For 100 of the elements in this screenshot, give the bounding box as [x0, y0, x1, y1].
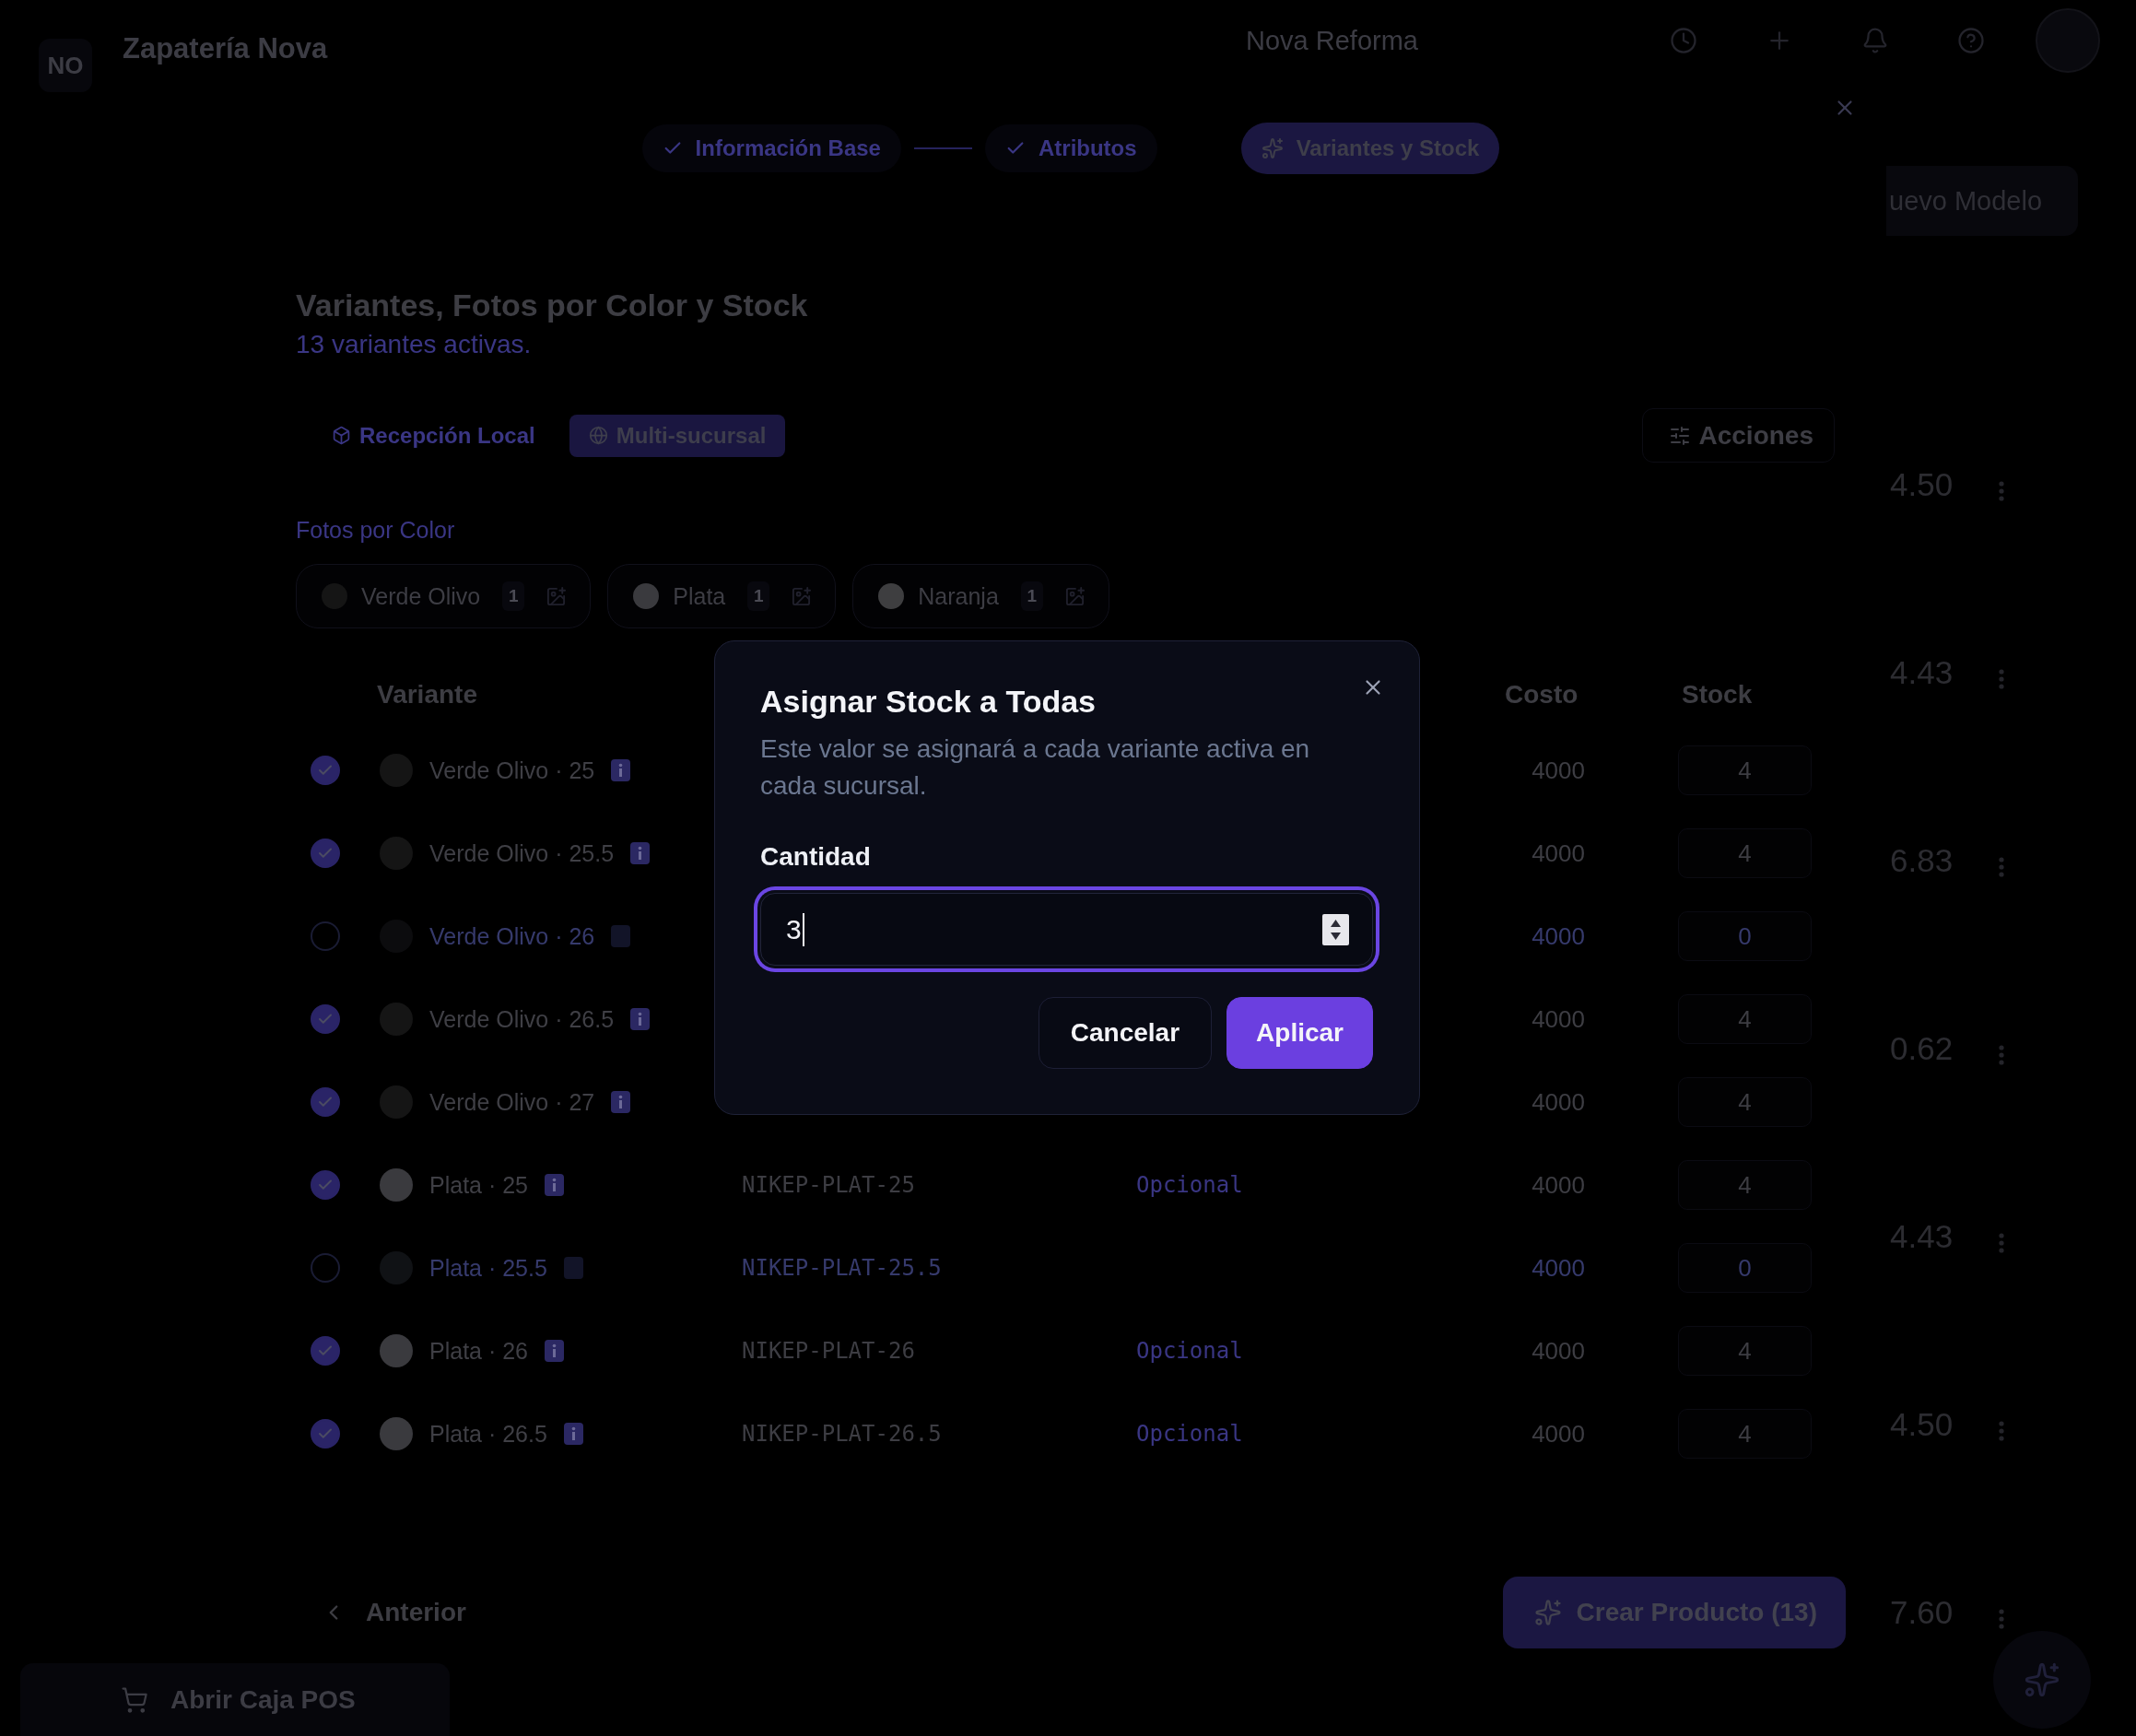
info-icon [611, 1091, 631, 1113]
sliders-icon [1668, 424, 1691, 447]
pos-button[interactable]: Abrir Caja POS [20, 1663, 450, 1736]
cost-value: 4000 [1532, 839, 1585, 868]
stock-field[interactable]: 4 [1678, 1409, 1812, 1459]
sparkle-icon [1261, 137, 1284, 159]
sparkle-icon [1533, 1599, 1562, 1626]
info-icon [563, 1423, 583, 1445]
stock-field[interactable]: 4 [1678, 1077, 1812, 1127]
cost-value: 4000 [1532, 1336, 1585, 1366]
spinner-icon[interactable] [1322, 913, 1349, 945]
info-icon [545, 1340, 564, 1362]
dialog-description: Este valor se asignará a cada variante activa en cada sucursal. [760, 733, 1311, 802]
info-icon [545, 1174, 564, 1196]
row-checkbox[interactable] [311, 1170, 340, 1200]
back-button[interactable]: Anterior [314, 1585, 479, 1640]
photo-count: 1 [747, 581, 770, 611]
stock-field[interactable]: 4 [1678, 994, 1812, 1044]
wizard-step[interactable]: Información Base [641, 124, 901, 172]
cube-icon [332, 426, 351, 445]
stock-field[interactable]: 0 [1678, 911, 1812, 961]
sku-text: NIKEP-PLAT-26.5 [742, 1421, 942, 1447]
actions-button[interactable]: Acciones [1641, 408, 1835, 463]
color-chip[interactable]: Naranja 1 [852, 564, 1109, 628]
globe-icon [588, 426, 608, 445]
more-icon[interactable] [1999, 669, 2004, 689]
column-header: Costo [1505, 680, 1579, 710]
section-label: Fotos por Color [296, 516, 455, 544]
add-image-icon[interactable] [791, 585, 813, 607]
cost-value: 4000 [1532, 1419, 1585, 1449]
info-icon [611, 759, 631, 781]
variant-label: Plata · 25.5 [429, 1254, 547, 1282]
row-checkbox[interactable] [311, 1087, 340, 1117]
cancel-button[interactable]: Cancelar [1038, 997, 1213, 1069]
add-image-icon[interactable] [1063, 585, 1086, 607]
more-icon[interactable] [1999, 1609, 2004, 1629]
info-icon [630, 1008, 651, 1030]
variant-label: Verde Olivo · 25 [429, 757, 595, 784]
info-icon [630, 842, 651, 864]
notes-field[interactable]: Opcional [1136, 1160, 1431, 1210]
variant-label: Verde Olivo · 27 [429, 1088, 595, 1116]
section-subtitle: 13 variantes activas. [296, 329, 532, 360]
cart-icon [121, 1685, 148, 1714]
mode-tab[interactable]: Recepción Local [312, 414, 555, 457]
chip-name: Plata [673, 582, 726, 610]
section-title: Variantes, Fotos por Color y Stock [296, 287, 808, 324]
row-checkbox[interactable] [311, 1253, 340, 1283]
more-icon[interactable] [1999, 857, 2004, 877]
store-name: Zapatería Nova [123, 31, 328, 66]
row-checkbox[interactable] [311, 1419, 340, 1449]
cost-value: 4000 [1532, 1004, 1585, 1034]
row-checkbox[interactable] [311, 1336, 340, 1366]
more-icon[interactable] [1999, 1233, 2004, 1253]
variant-label: Plata · 26.5 [429, 1420, 547, 1448]
more-icon[interactable] [1999, 481, 2004, 501]
wizard-step[interactable]: Atributos [984, 124, 1157, 172]
cost-value: 4000 [1532, 1087, 1585, 1117]
more-icon[interactable] [1999, 1421, 2004, 1441]
stock-field[interactable]: 4 [1678, 745, 1812, 795]
row-checkbox[interactable] [311, 756, 340, 785]
sku-text: NIKEP-PLAT-25 [742, 1172, 915, 1198]
stock-field[interactable]: 4 [1678, 1326, 1812, 1376]
cost-value: 4000 [1532, 756, 1585, 785]
info-icon [611, 925, 631, 947]
photo-count: 1 [502, 581, 525, 611]
variant-label: Verde Olivo · 25.5 [429, 839, 615, 867]
text-cursor-icon [802, 912, 804, 946]
row-checkbox[interactable] [311, 1004, 340, 1034]
variant-label: Verde Olivo · 26 [429, 922, 595, 950]
add-image-icon[interactable] [546, 585, 568, 607]
stock-field[interactable]: 4 [1678, 828, 1812, 878]
cost-value: 4000 [1532, 1170, 1585, 1200]
more-icon[interactable] [1999, 1045, 2004, 1065]
column-header: Stock [1682, 680, 1753, 710]
cost-value: 4000 [1532, 921, 1585, 951]
row-checkbox[interactable] [311, 839, 340, 868]
store-logo: NO [39, 39, 92, 92]
stock-field[interactable]: 4 [1678, 1160, 1812, 1210]
notes-field[interactable]: Opcional [1136, 1326, 1431, 1376]
bell-icon[interactable] [1861, 27, 1889, 54]
chip-name: Naranja [918, 582, 999, 610]
variant-label: Plata · 25 [429, 1171, 528, 1199]
help-icon[interactable] [1957, 27, 1985, 54]
apply-button[interactable]: Aplicar [1226, 997, 1373, 1069]
chip-name: Verde Olivo [361, 582, 481, 610]
color-chip[interactable]: Verde Olivo 1 [296, 564, 592, 628]
info-icon [563, 1257, 583, 1279]
notes-field[interactable]: Opcional [1136, 1409, 1431, 1459]
branch-name: Nova Reforma [1246, 25, 1418, 57]
sparkle-icon [2024, 1661, 2060, 1698]
row-checkbox[interactable] [311, 921, 340, 951]
column-header: Variante [377, 680, 477, 710]
field-label: Cantidad [760, 841, 871, 873]
clock-icon[interactable] [1670, 27, 1697, 54]
variant-label: Plata · 26 [429, 1337, 528, 1365]
dialog-title: Asignar Stock a Todas [760, 683, 1097, 720]
variant-label: Verde Olivo · 26.5 [429, 1005, 615, 1033]
cost-value: 4000 [1532, 1253, 1585, 1283]
stock-field[interactable]: 0 [1678, 1243, 1812, 1293]
color-chip[interactable]: Plata 1 [607, 564, 837, 628]
